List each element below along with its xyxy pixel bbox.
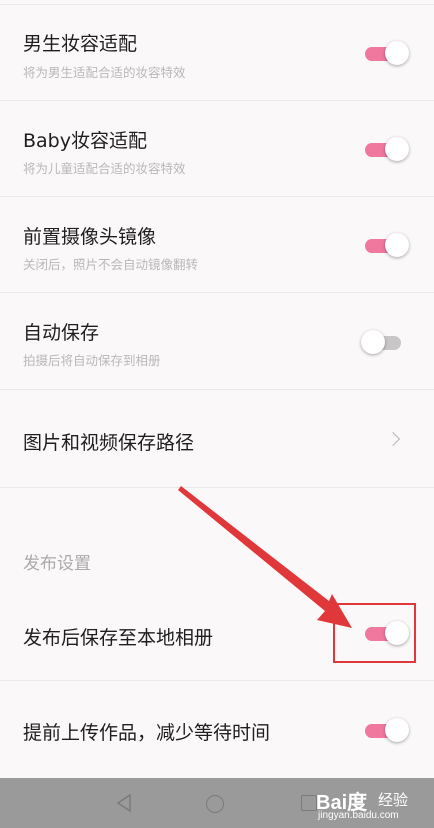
- watermark-text: 经验: [378, 792, 409, 809]
- home-circle-icon[interactable]: [206, 795, 224, 813]
- baidu-watermark: Bai度 经验 jingyan.baidu.com: [316, 786, 432, 826]
- annotation-highlight-box: [333, 603, 416, 663]
- back-triangle-icon[interactable]: [116, 794, 132, 812]
- watermark-url: jingyan.baidu.com: [318, 810, 399, 821]
- annotation-arrow: [178, 486, 352, 628]
- recent-square-icon[interactable]: [301, 795, 317, 811]
